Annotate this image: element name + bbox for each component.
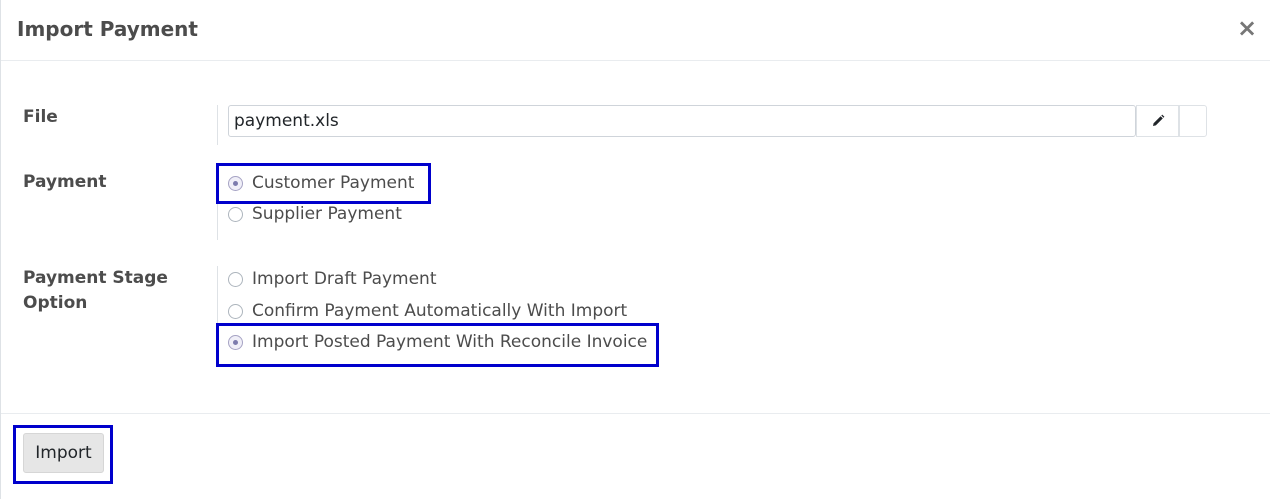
highlight-box bbox=[216, 163, 431, 204]
import-payment-dialog: Import Payment × File payment.xls Paymen… bbox=[0, 0, 1270, 499]
pencil-icon bbox=[1152, 114, 1164, 126]
radio-button[interactable] bbox=[228, 206, 243, 222]
separator bbox=[217, 105, 218, 145]
payment-label: Payment bbox=[23, 172, 107, 192]
highlight-box bbox=[13, 425, 113, 484]
radio-button[interactable] bbox=[228, 271, 243, 287]
file-label: File bbox=[23, 107, 58, 127]
radio-confirm-payment-automatically[interactable]: Confirm Payment Automatically With Impor… bbox=[228, 299, 627, 323]
radio-label: Supplier Payment bbox=[252, 204, 402, 224]
dialog-title: Import Payment bbox=[17, 17, 198, 41]
clear-file-button[interactable] bbox=[1179, 105, 1207, 137]
dialog-footer bbox=[1, 413, 1270, 499]
payment-stage-label-line2: Option bbox=[23, 293, 88, 313]
highlight-box bbox=[216, 323, 659, 367]
radio-import-draft-payment[interactable]: Import Draft Payment bbox=[228, 267, 437, 291]
radio-label: Confirm Payment Automatically With Impor… bbox=[252, 301, 628, 321]
payment-stage-label-line1: Payment Stage bbox=[23, 268, 168, 288]
payment-stage-label: Payment Stage Option bbox=[23, 266, 168, 316]
radio-button[interactable] bbox=[228, 303, 243, 319]
close-icon[interactable]: × bbox=[1235, 14, 1259, 42]
edit-file-button[interactable] bbox=[1136, 105, 1179, 137]
dialog-header: Import Payment × bbox=[1, 0, 1270, 61]
file-field[interactable]: payment.xls bbox=[228, 105, 1136, 137]
radio-supplier-payment[interactable]: Supplier Payment bbox=[228, 202, 402, 226]
radio-label: Import Draft Payment bbox=[252, 269, 437, 289]
